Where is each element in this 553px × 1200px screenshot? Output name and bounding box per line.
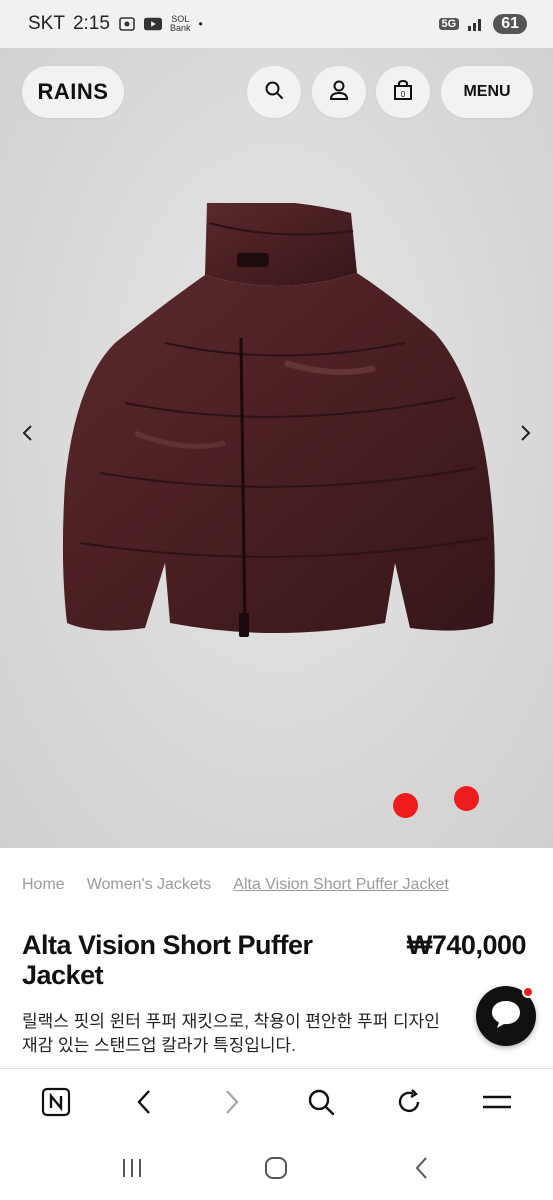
breadcrumb-category[interactable]: Women's Jackets: [87, 876, 212, 894]
n-home-icon: [41, 1087, 71, 1122]
home-icon: [264, 1156, 288, 1185]
browser-menu-button[interactable]: [474, 1082, 520, 1128]
product-price: ₩740,000: [406, 930, 527, 960]
system-back-button[interactable]: [398, 1147, 444, 1193]
rains-logo[interactable]: RAINS: [22, 66, 124, 118]
chevron-left-icon: [21, 424, 33, 447]
status-right: 5G 61: [438, 14, 527, 34]
chat-button[interactable]: [476, 986, 536, 1046]
chat-bubble-icon: [489, 998, 523, 1035]
account-icon: [329, 79, 349, 106]
browser-home-button[interactable]: [33, 1082, 79, 1128]
search-icon: [307, 1088, 335, 1121]
menu-icon: [482, 1091, 512, 1118]
browser-refresh-button[interactable]: [386, 1082, 432, 1128]
sol-bank-icon: SOL Bank: [170, 15, 191, 33]
network-label: 5G: [438, 18, 460, 30]
description-line-2: 재감 있는 스탠드업 칼라가 특징입니다.: [22, 1036, 296, 1055]
gallery-dot-1[interactable]: [393, 793, 418, 818]
breadcrumb-current[interactable]: Alta Vision Short Puffer Jacket: [233, 876, 449, 894]
chevron-right-icon: [520, 424, 532, 447]
browser-toolbar: [0, 1068, 553, 1140]
product-description: 릴랙스 핏의 윈터 푸퍼 재킷으로, 착용이 편안한 푸퍼 디자인 재감 있는 …: [22, 1010, 542, 1058]
status-bar: SKT 2:15 SOL Bank • 5G 61: [0, 0, 553, 48]
back-icon: [414, 1156, 428, 1185]
product-gallery[interactable]: RAINS 0 MENU: [0, 48, 553, 848]
browser-back-button[interactable]: [121, 1082, 167, 1128]
carrier-label: SKT: [28, 13, 65, 34]
chat-notification-badge: [522, 986, 534, 998]
bag-icon: 0: [393, 79, 413, 106]
gallery-next-button[interactable]: [511, 420, 541, 450]
gallery-prev-button[interactable]: [12, 420, 42, 450]
clock: 2:15: [72, 13, 110, 34]
sol-sub: Bank: [169, 23, 191, 33]
description-line-1: 릴랙스 핏의 윈터 푸퍼 재킷으로, 착용이 편안한 푸퍼 디자인: [22, 1012, 440, 1031]
browser-search-button[interactable]: [298, 1082, 344, 1128]
search-button[interactable]: [247, 66, 301, 118]
breadcrumb: Home Women's Jackets Alta Vision Short P…: [22, 876, 449, 894]
bag-button[interactable]: 0: [376, 66, 430, 118]
search-icon: [264, 80, 284, 105]
browser-forward-button[interactable]: [209, 1082, 255, 1128]
system-nav-bar: [0, 1140, 553, 1200]
product-title: Alta Vision Short Puffer Jacket: [22, 930, 313, 990]
notification-dot-icon: •: [198, 17, 203, 31]
product-image: [62, 203, 495, 637]
screenshot-icon: [118, 16, 136, 32]
forward-icon: [224, 1089, 240, 1120]
home-button[interactable]: [253, 1147, 299, 1193]
menu-button[interactable]: MENU: [441, 66, 533, 118]
recent-apps-icon: [120, 1157, 144, 1184]
status-left: SKT 2:15 SOL Bank •: [28, 13, 203, 35]
back-icon: [136, 1089, 152, 1120]
recent-apps-button[interactable]: [109, 1147, 155, 1193]
breadcrumb-home[interactable]: Home: [22, 876, 65, 894]
gallery-dot-2[interactable]: [454, 786, 479, 811]
account-button[interactable]: [312, 66, 366, 118]
refresh-icon: [395, 1088, 423, 1121]
svg-text:0: 0: [401, 90, 406, 99]
signal-icon: [467, 16, 485, 32]
youtube-icon: [143, 16, 162, 32]
battery-indicator: 61: [493, 14, 527, 34]
